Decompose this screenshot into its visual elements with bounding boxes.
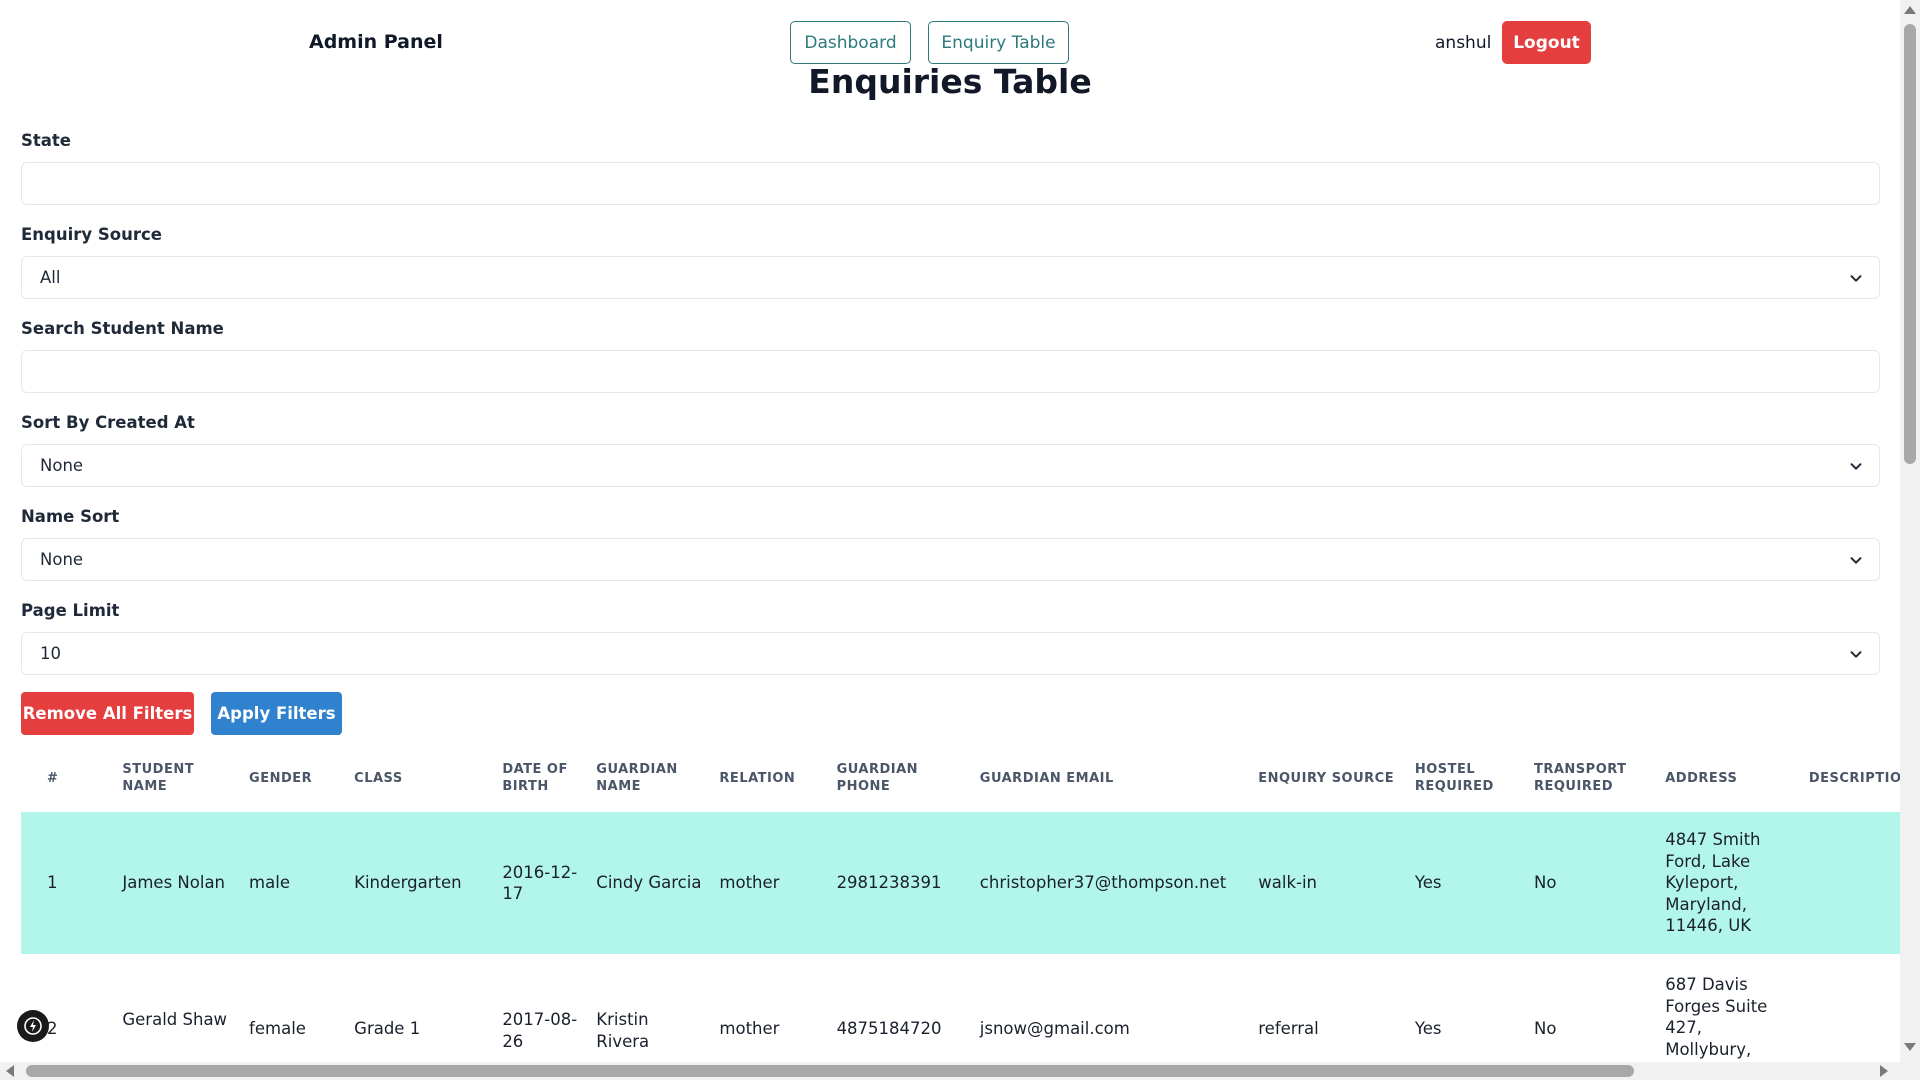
scroll-up-arrow-icon[interactable] <box>1904 6 1916 14</box>
column-header: # <box>47 770 59 786</box>
username-label: anshul <box>1435 33 1492 53</box>
page-limit-value: 10 <box>40 644 61 663</box>
column-header: Description <box>1808 770 1901 786</box>
table-cell: 1 <box>47 873 58 893</box>
vertical-scroll-thumb[interactable] <box>1904 24 1916 464</box>
enquiry-source-value: All <box>40 268 61 287</box>
lightning-icon[interactable] <box>17 1010 49 1042</box>
state-input[interactable] <box>21 162 1880 205</box>
apply-filters-button[interactable]: Apply Filters <box>211 692 342 735</box>
table-cell: christopher37@thompson.net <box>979 873 1227 893</box>
chevron-down-icon <box>1850 651 1862 658</box>
name-sort-label: Name Sort <box>21 507 120 526</box>
search-student-label: Search Student Name <box>21 319 224 338</box>
table-row[interactable]: 2 Gerald Shaw female Grade 1 2017-08-26 … <box>21 954 1901 1062</box>
table-cell: jsnow@gmail.com <box>979 1019 1130 1038</box>
sort-created-select[interactable]: None <box>21 444 1880 487</box>
table-cell: male <box>249 873 290 893</box>
table-cell: referral <box>1258 1019 1319 1038</box>
table-cell: 2 <box>47 1019 58 1038</box>
filters-form: State Enquiry Source All Search Student … <box>21 128 1880 692</box>
table-cell: James Nolan <box>122 873 226 893</box>
dashboard-nav-button[interactable]: Dashboard <box>790 21 911 64</box>
table-cell: Cindy Garcia <box>596 873 702 893</box>
scroll-right-arrow-icon[interactable] <box>1880 1065 1888 1077</box>
table-cell: 2981238391 <box>836 873 942 893</box>
enquiry-table-nav-button[interactable]: Enquiry Table <box>928 21 1069 64</box>
state-label: State <box>21 131 71 150</box>
chevron-down-icon <box>1850 275 1862 282</box>
table-cell: Yes <box>1414 1019 1442 1038</box>
column-header: Date of Birth <box>502 762 568 794</box>
column-header: Student Name <box>122 762 195 794</box>
table-row[interactable]: 1 James Nolan male Kindergarten 2016-12-… <box>21 812 1901 954</box>
table-cell: mother <box>719 873 780 893</box>
table-cell: No <box>1533 873 1557 893</box>
table-cell: Grade 1 <box>354 1019 421 1038</box>
enquiries-table: # Student Name Gender Class Date of Birt… <box>21 744 1901 1062</box>
brand-title: Admin Panel <box>309 31 443 53</box>
enquiries-table-container[interactable]: # Student Name Gender Class Date of Birt… <box>21 744 1901 1062</box>
column-header: Gender <box>249 770 313 786</box>
table-cell: Yes <box>1414 873 1442 893</box>
table-cell: Kindergarten <box>354 873 462 893</box>
table-cell: female <box>249 1019 306 1038</box>
table-cell: mother <box>719 1019 780 1038</box>
vertical-scrollbar[interactable] <box>1900 0 1920 1080</box>
page-title: Enquiries Table <box>808 62 1092 101</box>
column-header: Guardian Name <box>596 762 678 794</box>
table-cell <box>1801 812 1901 954</box>
enquiry-source-label: Enquiry Source <box>21 225 162 244</box>
column-header: Class <box>354 770 403 786</box>
remove-all-filters-button[interactable]: Remove All Filters <box>21 692 194 735</box>
table-cell <box>1801 954 1901 1062</box>
scroll-down-arrow-icon[interactable] <box>1904 1043 1916 1051</box>
table-cell: Gerald Shaw <box>122 1010 228 1029</box>
table-cell: 2016-12-17 <box>502 862 578 904</box>
page-limit-select[interactable]: 10 <box>21 632 1880 675</box>
table-cell: Kristin Rivera <box>596 1010 650 1051</box>
column-header: Address <box>1665 770 1738 786</box>
table-cell: 687 Davis Forges Suite 427, Mollybury, <box>1665 975 1768 1059</box>
chevron-down-icon <box>1850 463 1862 470</box>
column-header: Guardian Email <box>979 770 1114 786</box>
table-cell: 4875184720 <box>836 1019 942 1038</box>
column-header: Transport Required <box>1533 762 1627 794</box>
enquiry-source-select[interactable]: All <box>21 256 1880 299</box>
name-sort-value: None <box>40 550 84 569</box>
chevron-down-icon <box>1850 557 1862 564</box>
table-cell: No <box>1533 1019 1557 1038</box>
column-header: Guardian Phone <box>836 762 919 794</box>
page-limit-label: Page Limit <box>21 601 120 620</box>
table-header-row: # Student Name Gender Class Date of Birt… <box>21 744 1901 812</box>
sort-created-label: Sort By Created At <box>21 413 195 432</box>
table-cell: walk-in <box>1258 873 1317 893</box>
column-header: Hostel Required <box>1414 762 1494 794</box>
logout-button[interactable]: Logout <box>1502 21 1591 64</box>
search-student-input[interactable] <box>21 350 1880 393</box>
table-cell: 2017-08-26 <box>502 1010 578 1051</box>
column-header: Relation <box>719 770 796 786</box>
horizontal-scrollbar[interactable] <box>0 1062 1900 1080</box>
column-header: Enquiry Source <box>1258 770 1395 786</box>
sort-created-value: None <box>40 456 84 475</box>
name-sort-select[interactable]: None <box>21 538 1880 581</box>
scroll-left-arrow-icon[interactable] <box>6 1065 14 1077</box>
table-cell: 4847 Smith Ford, Lake Kyleport, Maryland… <box>1665 830 1761 936</box>
horizontal-scroll-thumb[interactable] <box>26 1065 1634 1077</box>
